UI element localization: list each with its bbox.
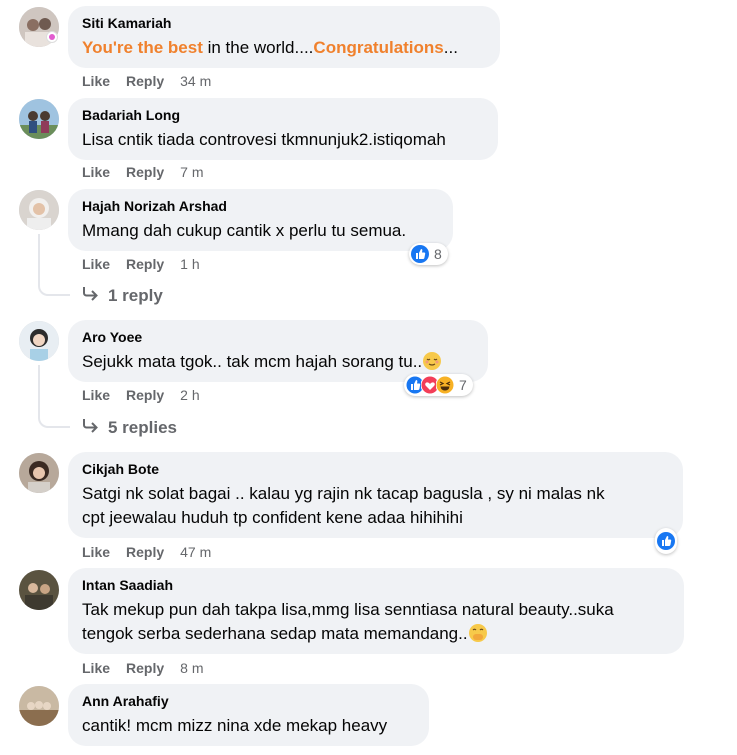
reply-button[interactable]: Reply bbox=[126, 543, 164, 561]
avatar[interactable] bbox=[19, 453, 59, 493]
avatar[interactable] bbox=[19, 190, 59, 230]
reply-button[interactable]: Reply bbox=[126, 255, 164, 273]
comment-text: Tak mekup pun dah takpa lisa,mmg lisa se… bbox=[82, 598, 670, 646]
replies-count-label: 1 reply bbox=[108, 285, 163, 305]
comment-time[interactable]: 2 h bbox=[180, 386, 199, 404]
comment-author[interactable]: Badariah Long bbox=[82, 106, 484, 124]
like-button[interactable]: Like bbox=[82, 163, 110, 181]
reply-arrow-icon bbox=[82, 417, 100, 438]
comment-text: Sejukk mata tgok.. tak mcm hajah sorang … bbox=[82, 350, 474, 374]
comment-text: Satgi nk solat bagai .. kalau yg rajin n… bbox=[82, 482, 669, 530]
avatar[interactable] bbox=[19, 686, 59, 726]
comment-author[interactable]: Ann Arahafiy bbox=[82, 692, 415, 710]
comment-bubble: Ann Arahafiy cantik! mcm mizz nina xde m… bbox=[68, 684, 429, 746]
status-badge bbox=[46, 31, 58, 43]
comment-time[interactable]: 1 h bbox=[180, 255, 199, 273]
comment-text: cantik! mcm mizz nina xde mekap heavy bbox=[82, 716, 388, 735]
comment-text-part: tengok serba sederhana sedap mata memand… bbox=[82, 624, 468, 643]
highlight-text: You're the best bbox=[82, 38, 203, 57]
reaction-count: 7 bbox=[459, 377, 467, 393]
comment-text-part: ... bbox=[443, 38, 458, 57]
comment-bubble: Intan Saadiah Tak mekup pun dah takpa li… bbox=[68, 568, 684, 654]
comment-time[interactable]: 8 m bbox=[180, 659, 203, 677]
comment-bubble: Cikjah Bote Satgi nk solat bagai .. kala… bbox=[68, 452, 683, 538]
like-button[interactable]: Like bbox=[82, 72, 110, 90]
highlight-text: Congratulations bbox=[313, 38, 444, 57]
reply-button[interactable]: Reply bbox=[126, 659, 164, 677]
comment-author[interactable]: Siti Kamariah bbox=[82, 14, 486, 32]
comment-actions: Like Reply 34 m bbox=[82, 72, 211, 90]
like-button[interactable]: Like bbox=[82, 543, 110, 561]
comment-text: Lisa cntik tiada controvesi tkmnunjuk2.i… bbox=[82, 130, 446, 149]
comment-actions: Like Reply 8 m bbox=[82, 659, 203, 677]
avatar[interactable] bbox=[19, 321, 59, 361]
haha-icon bbox=[435, 375, 455, 395]
reply-button[interactable]: Reply bbox=[126, 386, 164, 404]
comment-bubble: Hajah Norizah Arshad Mmang dah cukup can… bbox=[68, 189, 453, 251]
comment-text-line: Satgi nk solat bagai .. kalau yg rajin n… bbox=[82, 484, 605, 503]
comment-text-line: Tak mekup pun dah takpa lisa,mmg lisa se… bbox=[82, 600, 614, 619]
view-replies-link[interactable]: 1 reply bbox=[82, 285, 163, 306]
reaction-summary[interactable]: 8 bbox=[409, 243, 448, 265]
comment-actions: Like Reply 2 h bbox=[82, 386, 200, 404]
avatar[interactable] bbox=[19, 99, 59, 139]
comment-text-part: in the world.... bbox=[202, 38, 314, 57]
comment-actions: Like Reply 47 m bbox=[82, 543, 211, 561]
like-button[interactable]: Like bbox=[82, 659, 110, 677]
comment-text-line: tengok serba sederhana sedap mata memand… bbox=[82, 622, 670, 646]
like-button[interactable]: Like bbox=[82, 386, 110, 404]
avatar[interactable] bbox=[19, 570, 59, 610]
relieved-face-emoji bbox=[422, 351, 442, 371]
like-icon bbox=[411, 245, 429, 263]
comment-bubble: Siti Kamariah You're the best in the wor… bbox=[68, 6, 500, 68]
thread-line bbox=[38, 412, 70, 428]
thread-line bbox=[38, 234, 40, 280]
comment-text-part: Sejukk mata tgok.. tak mcm hajah sorang … bbox=[82, 352, 423, 371]
view-replies-link[interactable]: 5 replies bbox=[82, 417, 177, 438]
thread-line bbox=[38, 365, 40, 412]
thread-line bbox=[38, 280, 70, 296]
reaction-count: 8 bbox=[434, 246, 442, 262]
comment-actions: Like Reply 7 m bbox=[82, 163, 203, 181]
comment-author[interactable]: Aro Yoee bbox=[82, 328, 474, 346]
comment-text: You're the best in the world....Congratu… bbox=[82, 36, 486, 60]
comment-bubble: Aro Yoee Sejukk mata tgok.. tak mcm haja… bbox=[68, 320, 488, 382]
reply-button[interactable]: Reply bbox=[126, 72, 164, 90]
reply-button[interactable]: Reply bbox=[126, 163, 164, 181]
comment-author[interactable]: Cikjah Bote bbox=[82, 460, 669, 478]
comment-author[interactable]: Hajah Norizah Arshad bbox=[82, 197, 439, 215]
like-icon bbox=[657, 532, 675, 550]
comment-actions: Like Reply 1 h bbox=[82, 255, 200, 273]
comment-bubble: Badariah Long Lisa cntik tiada controves… bbox=[68, 98, 498, 160]
comment-text-line: cpt jeewalau huduh tp confident kene ada… bbox=[82, 508, 463, 527]
reaction-summary[interactable] bbox=[655, 528, 677, 554]
comment-time[interactable]: 7 m bbox=[180, 163, 203, 181]
comment-time[interactable]: 34 m bbox=[180, 72, 211, 90]
reply-arrow-icon bbox=[82, 285, 100, 306]
hand-over-mouth-emoji bbox=[468, 623, 488, 643]
like-button[interactable]: Like bbox=[82, 255, 110, 273]
comment-time[interactable]: 47 m bbox=[180, 543, 211, 561]
comment-author[interactable]: Intan Saadiah bbox=[82, 576, 670, 594]
reaction-summary[interactable]: 7 bbox=[404, 374, 473, 396]
replies-count-label: 5 replies bbox=[108, 417, 177, 437]
comment-text: Mmang dah cukup cantik x perlu tu semua. bbox=[82, 221, 407, 240]
